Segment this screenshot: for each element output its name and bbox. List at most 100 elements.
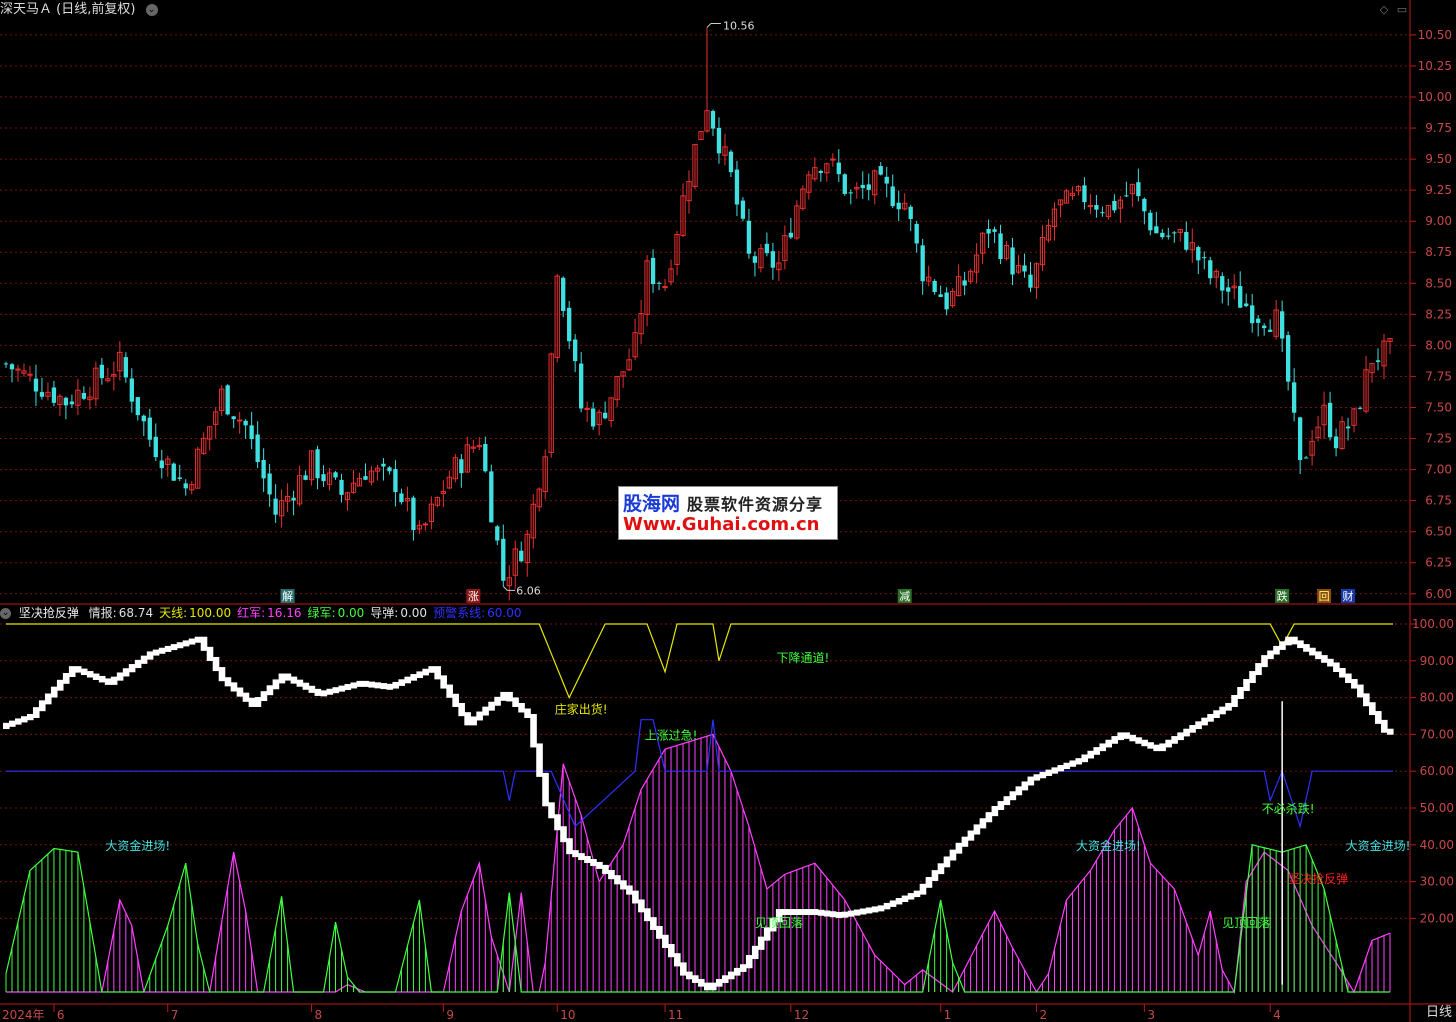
qingbao-block — [1141, 739, 1148, 747]
candle-body — [842, 174, 847, 194]
qingbao-block — [745, 955, 753, 969]
qingbao-block — [230, 682, 238, 692]
indicator-tick-label: 80.00 — [1420, 691, 1454, 705]
high-price-label: 10.56 — [723, 19, 755, 32]
qingbao-block — [518, 702, 525, 713]
qingbao-block — [1375, 711, 1382, 724]
qingbao-block — [1183, 728, 1190, 737]
qingbao-block — [877, 905, 885, 912]
qingbao-block — [1117, 732, 1124, 741]
qingbao-block — [955, 842, 963, 854]
indicator-tick-label: 50.00 — [1420, 801, 1454, 815]
candle-body — [860, 184, 865, 189]
candle-body — [231, 416, 236, 420]
qingbao-block — [482, 706, 489, 716]
grid-layer — [0, 34, 1410, 919]
qingbao-block — [530, 714, 537, 748]
qingbao-block — [1333, 662, 1340, 672]
qingbao-block — [194, 636, 202, 643]
qingbao-block — [80, 668, 88, 676]
candle-body — [656, 282, 662, 284]
qingbao-block — [1123, 732, 1130, 739]
qingbao-block — [835, 911, 843, 918]
qingbao-block — [422, 668, 429, 676]
price-tick-label: 9.75 — [1425, 121, 1452, 135]
qingbao-block — [1165, 739, 1172, 748]
period-label[interactable]: 日线 — [1426, 1001, 1452, 1020]
chevron-down-icon[interactable]: ⌄ — [0, 608, 11, 619]
candle-body — [1279, 311, 1285, 339]
qingbao-block — [3, 722, 10, 730]
qingbao-block — [266, 685, 274, 696]
candle-body — [836, 162, 841, 175]
qingbao-block — [1015, 786, 1023, 796]
candle-body — [333, 472, 338, 478]
qingbao-block — [446, 684, 453, 698]
candle-body — [890, 186, 895, 207]
qingbao-block — [1033, 774, 1041, 781]
qingbao-block — [128, 664, 136, 673]
qingbao-block — [907, 893, 915, 900]
qingbao-block — [1195, 721, 1202, 730]
qingbao-block — [1063, 762, 1071, 770]
qingbao-block — [1357, 684, 1364, 698]
indicator-name[interactable]: 坚决抢反弹 — [19, 606, 79, 620]
qingbao-block — [506, 691, 513, 702]
qingbao-block — [1057, 765, 1065, 772]
qingbao-block — [1273, 645, 1280, 655]
candle-body — [273, 498, 278, 515]
qingbao-block — [1285, 636, 1292, 646]
restore-window-icon[interactable]: ▭ — [1396, 4, 1408, 16]
candle-body — [147, 417, 152, 440]
candle-body — [123, 357, 128, 378]
qingbao-block — [841, 911, 849, 918]
candle-body — [908, 206, 913, 219]
indicator-value: 情报: — [88, 606, 117, 620]
qingbao-block — [1069, 760, 1077, 767]
qingbao-block — [1153, 744, 1160, 752]
qingbao-block — [1339, 668, 1346, 678]
qingbao-block — [817, 909, 825, 916]
qingbao-block — [542, 772, 549, 807]
qingbao-block — [883, 902, 891, 910]
indicator-annotation: 见顶回落 — [755, 916, 803, 930]
qingbao-block — [1075, 758, 1083, 765]
chevron-down-icon[interactable]: ⌄ — [145, 3, 158, 16]
candle-body — [483, 443, 488, 472]
candle-body — [69, 401, 75, 405]
candle-body — [734, 169, 740, 205]
candle-body — [255, 434, 260, 463]
candle-body — [884, 176, 889, 184]
indicator-value-number: 16.16 — [267, 606, 302, 620]
qingbao-block — [1363, 693, 1370, 707]
qingbao-block — [925, 876, 933, 888]
candle-body — [153, 436, 158, 458]
qingbao-block — [578, 853, 585, 861]
price-tick-label: 10.50 — [1418, 28, 1452, 42]
candle-body — [1262, 325, 1267, 329]
candle-body — [992, 229, 997, 232]
qingbao-block — [1321, 655, 1328, 663]
qingbao-block — [206, 646, 214, 661]
candle-body — [1166, 235, 1171, 237]
watermark-logo: 股海网 — [623, 493, 681, 515]
price-tick-label: 9.50 — [1425, 152, 1452, 166]
qingbao-block — [620, 880, 627, 890]
indicator-value: 导弹: — [370, 606, 399, 620]
price-tick-label: 6.75 — [1425, 494, 1452, 508]
candle-body — [1148, 212, 1153, 231]
qingbao-block — [871, 906, 879, 913]
qingbao-block — [799, 909, 807, 916]
qingbao-block — [1207, 714, 1214, 722]
candle-body — [237, 419, 243, 422]
diamond-icon[interactable]: ◇ — [1378, 4, 1390, 16]
qingbao-block — [1225, 702, 1232, 711]
qingbao-block — [602, 864, 609, 875]
candle-body — [1250, 305, 1255, 324]
qingbao-block — [524, 708, 531, 718]
qingbao-block — [1249, 671, 1256, 684]
qingbao-block — [1045, 769, 1053, 776]
candle-body — [39, 392, 45, 397]
candle-body — [1022, 265, 1027, 272]
candle-body — [321, 474, 326, 482]
